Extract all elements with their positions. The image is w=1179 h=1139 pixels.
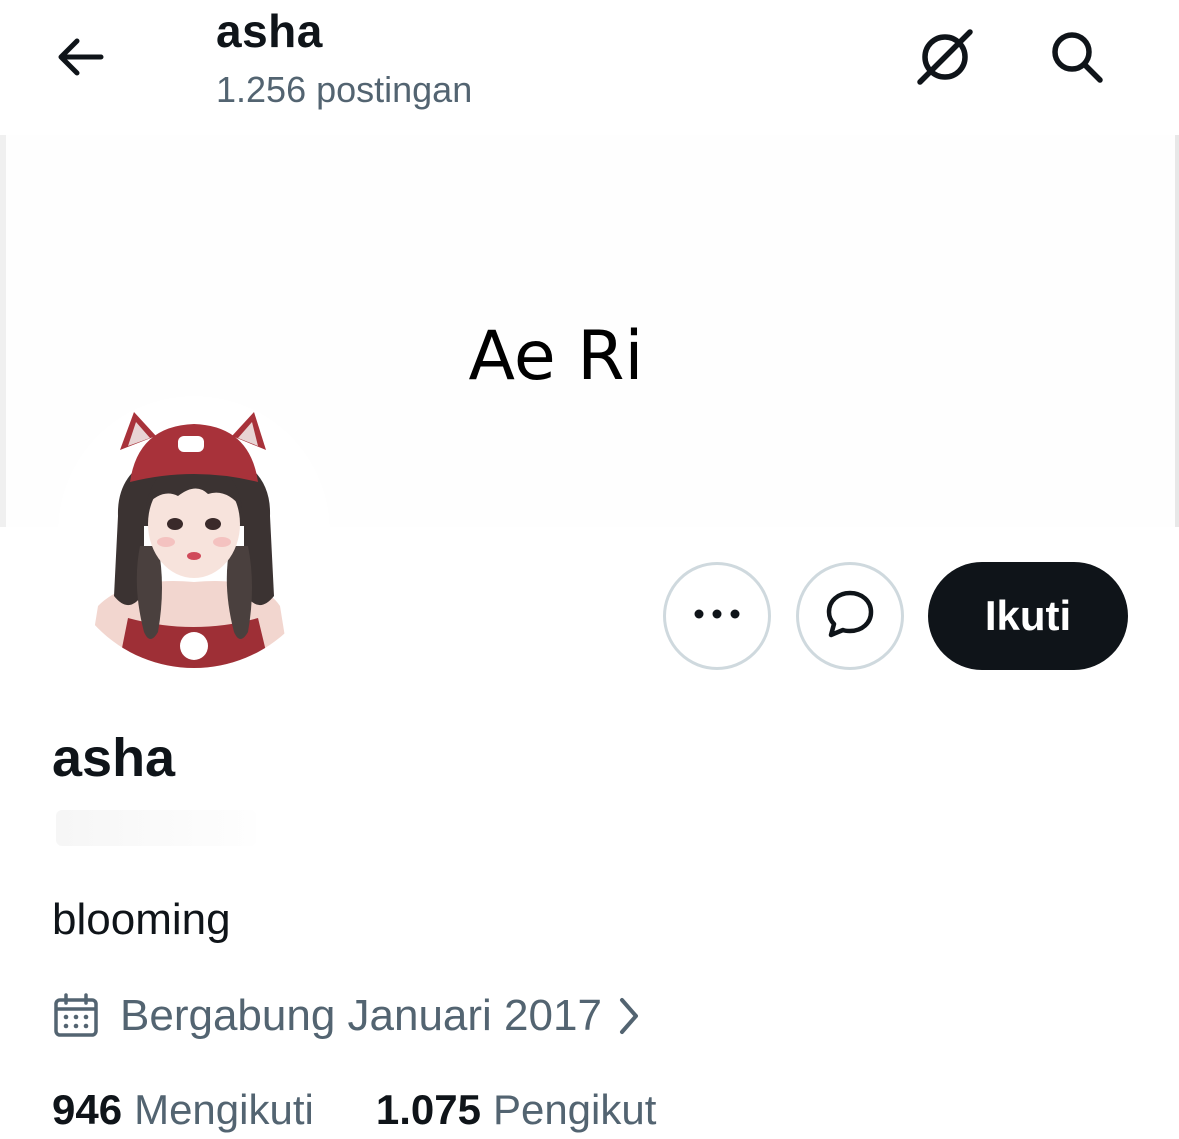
arrow-left-icon (53, 35, 105, 84)
handle-redacted (56, 810, 256, 846)
joined-date[interactable]: Bergabung Januari 2017 (52, 988, 642, 1044)
search-button[interactable] (1042, 26, 1112, 92)
calendar-icon (52, 993, 100, 1039)
follow-stats: 946 Mengikuti 1.075 Pengikut (52, 1083, 656, 1137)
grok-icon (914, 26, 976, 93)
following-count: 946 (52, 1086, 123, 1133)
chevron-right-icon (616, 996, 642, 1036)
followers-label: Pengikut (492, 1086, 657, 1133)
follow-button[interactable]: Ikuti (928, 562, 1128, 670)
grok-button[interactable] (910, 26, 980, 92)
header-title: asha (216, 5, 323, 57)
back-button[interactable] (44, 28, 114, 90)
bio: blooming (52, 895, 231, 944)
more-options-button[interactable] (663, 562, 771, 670)
post-count: 1.256 postingan (216, 69, 473, 110)
display-name: asha (52, 728, 176, 788)
banner-text: Ae Ri (468, 317, 644, 396)
more-dots-icon (693, 607, 741, 625)
avatar-illustration (58, 396, 330, 668)
search-icon (1048, 28, 1106, 91)
following-stat[interactable]: 946 Mengikuti (52, 1083, 314, 1137)
following-label: Mengikuti (134, 1086, 314, 1133)
message-bubble-icon (823, 587, 877, 646)
top-bar: asha 1.256 postingan (0, 0, 1179, 135)
followers-stat[interactable]: 1.075 Pengikut (376, 1083, 657, 1137)
avatar[interactable] (58, 396, 330, 668)
message-button[interactable] (796, 562, 904, 670)
followers-count: 1.075 (375, 1086, 481, 1133)
header-title-block: asha 1.256 postingan (216, 4, 472, 112)
joined-text: Bergabung Januari 2017 (120, 991, 602, 1040)
